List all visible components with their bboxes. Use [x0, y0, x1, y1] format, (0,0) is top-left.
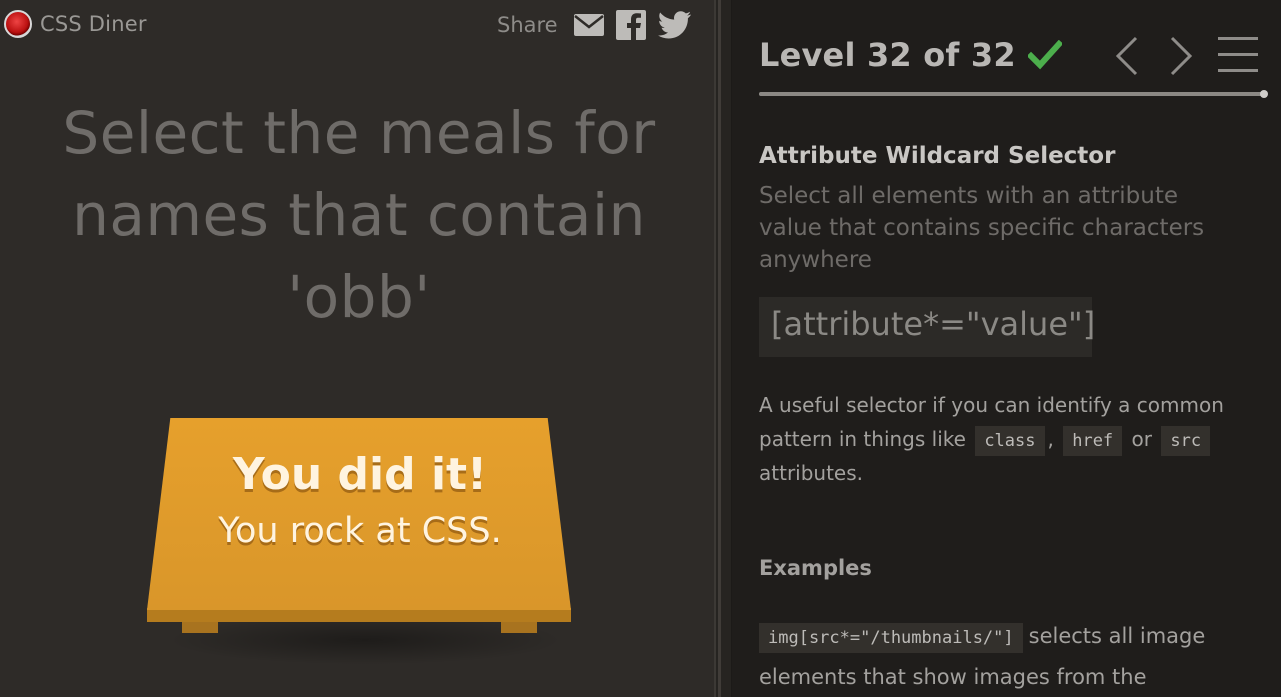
- sidebar: Level 32 of 32 Attribute Wildcard Select…: [732, 0, 1281, 697]
- code-snippet: href: [1063, 426, 1123, 456]
- code-snippet: class: [975, 426, 1045, 456]
- selector-hint: A useful selector if you can identify a …: [759, 388, 1249, 490]
- game-panel: CSS Diner Share Select the meals for nam…: [0, 0, 714, 697]
- level-header: Level 32 of 32: [759, 36, 1062, 74]
- win-subtitle: You rock at CSS.: [218, 511, 502, 551]
- previous-level-button[interactable]: [1114, 36, 1140, 80]
- hint-separator: ,: [1047, 427, 1054, 451]
- table: You did it! You rock at CSS.: [145, 415, 575, 675]
- menu-bar: [1218, 53, 1258, 56]
- logo[interactable]: CSS Diner: [4, 10, 147, 38]
- level-indicator: Level 32 of 32: [759, 36, 1016, 74]
- checkmark-icon: [1027, 40, 1062, 70]
- progress-fill: [759, 92, 1264, 96]
- share-bar: Share: [497, 10, 704, 40]
- share-label: Share: [497, 13, 558, 37]
- diner-logo-icon: [4, 10, 32, 38]
- win-title: You did it!: [232, 449, 488, 500]
- progress-indicator: [1260, 90, 1268, 98]
- selector-description: Select all elements with an attribute va…: [759, 183, 1205, 273]
- level-menu-button[interactable]: [1218, 37, 1258, 73]
- hint-text: attributes.: [759, 461, 864, 485]
- next-level-button[interactable]: [1168, 36, 1194, 80]
- twitter-icon[interactable]: [657, 11, 692, 39]
- divider-grip[interactable]: [718, 0, 721, 697]
- menu-bar: [1218, 69, 1258, 72]
- facebook-icon[interactable]: [615, 10, 646, 40]
- code-snippet: src: [1161, 426, 1211, 456]
- level-instruction: Select the meals for names that contain …: [62, 99, 656, 331]
- level-progress-bar: [759, 92, 1264, 96]
- example-code: img[src*="/thumbnails/"]: [759, 623, 1023, 653]
- examples-title: Examples: [759, 556, 872, 580]
- hint-separator: or: [1131, 427, 1152, 451]
- example-item: img[src*="/thumbnails/"] selects all imag…: [759, 616, 1259, 697]
- selector-name: Attribute Wildcard Selector: [759, 143, 1116, 169]
- panel-divider[interactable]: [714, 0, 732, 697]
- table-front: [147, 608, 571, 622]
- app-name: CSS Diner: [40, 12, 147, 36]
- selector-syntax: [attribute*="value"]: [759, 297, 1095, 357]
- menu-bar: [1218, 37, 1258, 40]
- email-icon[interactable]: [573, 14, 604, 36]
